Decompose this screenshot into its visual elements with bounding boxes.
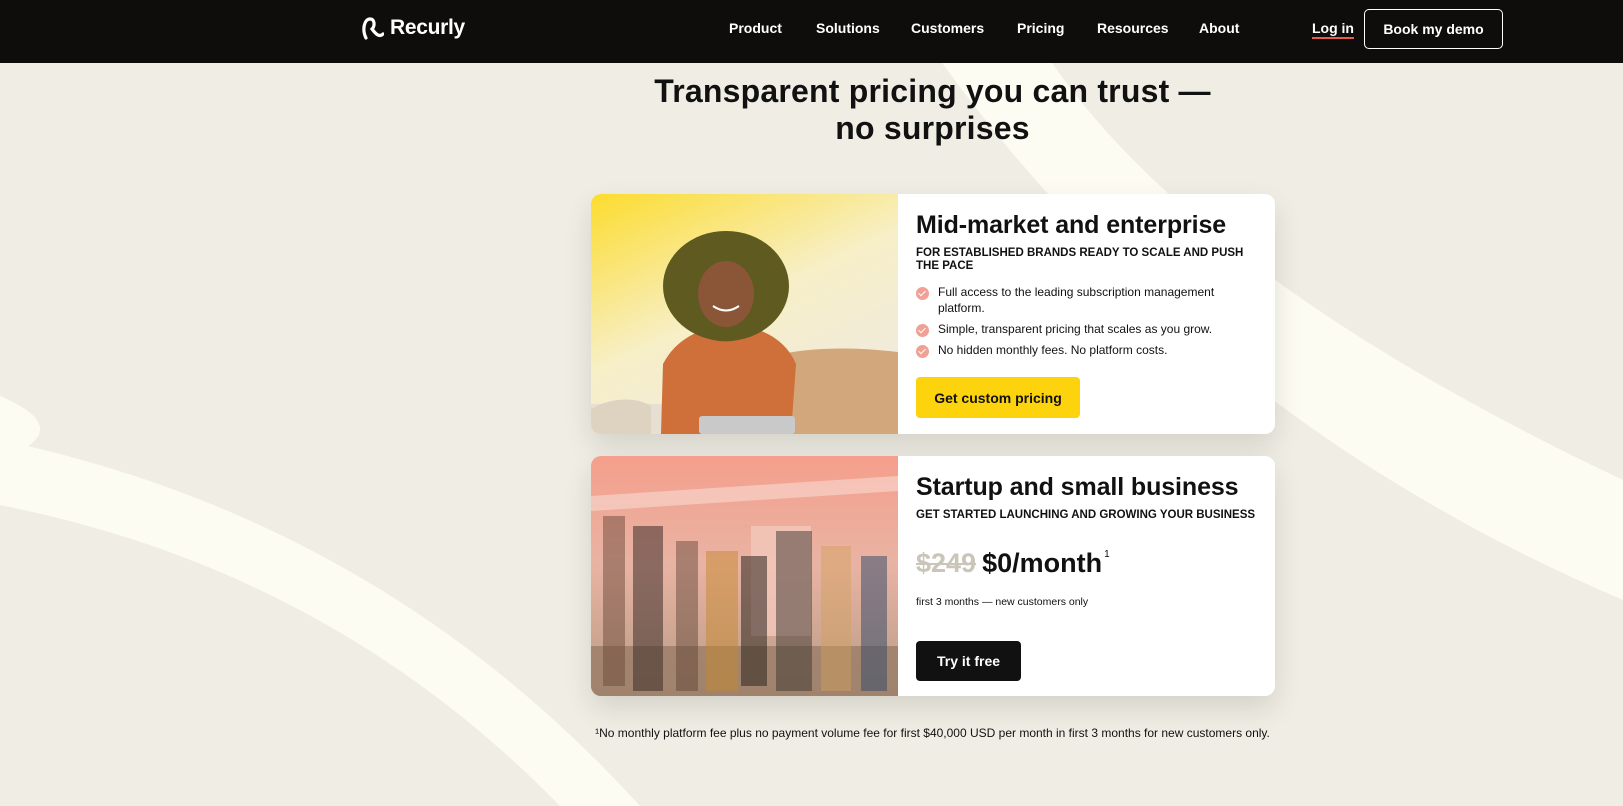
enterprise-subtitle: FOR ESTABLISHED BRANDS READY TO SCALE AN… [916, 247, 1244, 272]
check-icon [916, 287, 929, 300]
page-title-line-2: no surprises [835, 110, 1030, 146]
nav-solutions[interactable]: Solutions [816, 20, 880, 36]
startup-pricing-card: Startup and small business GET STARTED L… [591, 456, 1275, 696]
startup-subtitle: GET STARTED LAUNCHING AND GROWING YOUR B… [916, 509, 1256, 521]
top-navigation-bar: Recurly Product Solutions Customers Pric… [0, 0, 1623, 63]
footnote-marker: 1 [1104, 549, 1110, 560]
price-note: first 3 months — new customers only [916, 596, 1089, 608]
feature-item: Full access to the leading subscription … [916, 284, 1256, 316]
old-price: $249 [916, 548, 977, 578]
enterprise-pricing-card: Mid-market and enterprise FOR ESTABLISHE… [591, 194, 1275, 434]
try-it-free-button[interactable]: Try it free [916, 641, 1021, 681]
recurly-logo[interactable]: Recurly [362, 16, 465, 40]
feature-text: Full access to the leading subscription … [938, 285, 1215, 315]
feature-item: No hidden monthly fees. No platform cost… [916, 342, 1256, 358]
page-title: Transparent pricing you can trust — no s… [560, 73, 1305, 147]
nav-about[interactable]: About [1199, 20, 1239, 36]
pricing-footnote: ¹No monthly platform fee plus no payment… [595, 726, 1270, 740]
startup-photo [591, 456, 898, 696]
feature-text: No hidden monthly fees. No platform cost… [938, 343, 1168, 357]
check-icon [916, 324, 929, 337]
nav-product[interactable]: Product [729, 20, 782, 36]
nav-customers[interactable]: Customers [911, 20, 984, 36]
new-price: $0/month [982, 548, 1103, 578]
book-demo-button[interactable]: Book my demo [1364, 9, 1503, 49]
get-custom-pricing-button[interactable]: Get custom pricing [916, 377, 1080, 418]
login-link[interactable]: Log in [1312, 20, 1354, 39]
nav-pricing[interactable]: Pricing [1017, 20, 1064, 36]
check-icon [916, 345, 929, 358]
price-display: $249 $0/month 1 [916, 548, 1110, 578]
enterprise-title: Mid-market and enterprise [916, 211, 1227, 239]
page-title-line-1: Transparent pricing you can trust — [654, 73, 1211, 109]
startup-title: Startup and small business [916, 473, 1239, 501]
enterprise-photo [591, 194, 898, 434]
feature-item: Simple, transparent pricing that scales … [916, 321, 1256, 337]
recurly-logo-icon [362, 17, 384, 40]
enterprise-feature-list: Full access to the leading subscription … [916, 284, 1256, 363]
nav-resources[interactable]: Resources [1097, 20, 1169, 36]
brand-name: Recurly [390, 16, 465, 39]
feature-text: Simple, transparent pricing that scales … [938, 322, 1213, 336]
